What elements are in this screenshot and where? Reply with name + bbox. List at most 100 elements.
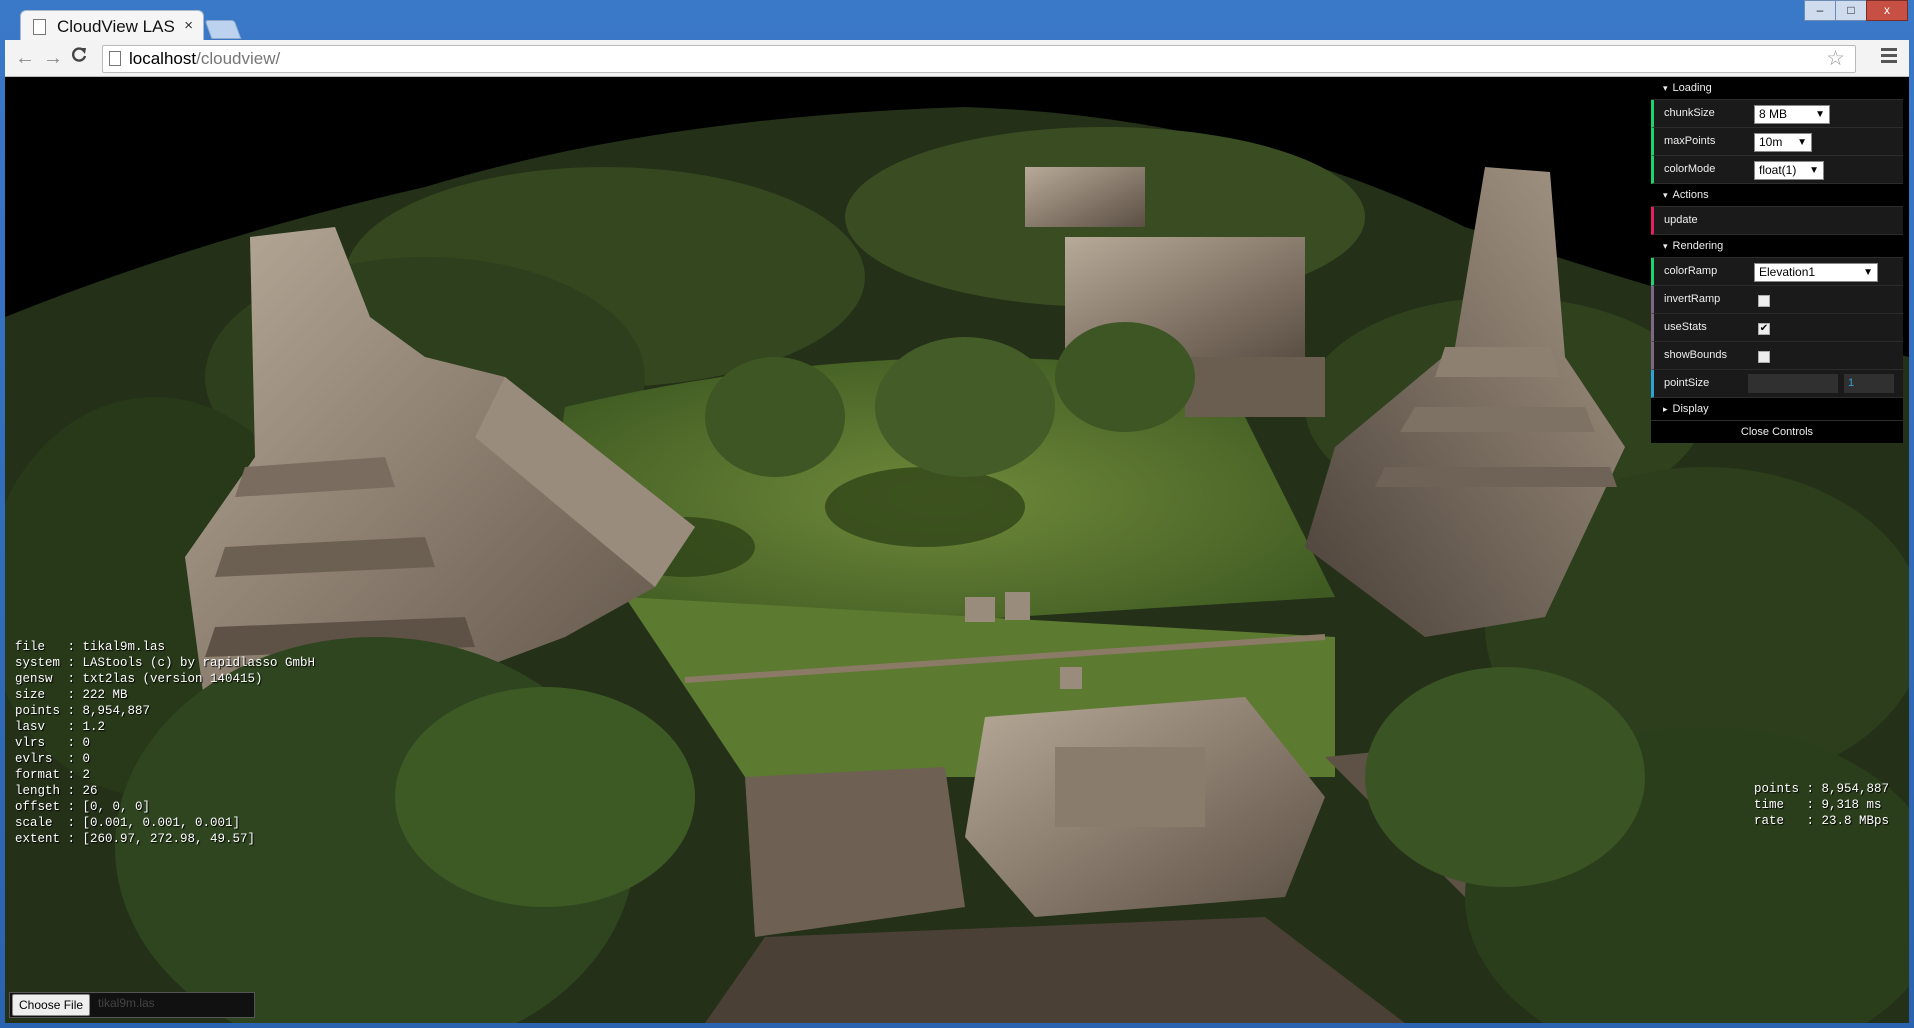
update-label: update	[1664, 214, 1698, 226]
pointsize-label: pointSize	[1664, 377, 1710, 389]
chunksize-label: chunkSize	[1664, 107, 1715, 119]
url-host: localhost	[129, 49, 197, 68]
showbounds-row: showBounds	[1651, 342, 1903, 370]
forward-arrow-icon[interactable]: →	[41, 46, 65, 70]
chunksize-row: chunkSize 8 MB ▼	[1651, 100, 1903, 128]
stats-rate: rate : 23.8 MBps	[1753, 814, 1889, 828]
tree-shadow	[825, 467, 1025, 547]
control-panel: Loading chunkSize 8 MB ▼ maxPoints 10m ▼ c…	[1651, 77, 1903, 443]
reload-glyph	[72, 47, 87, 62]
info-file: file : tikal9m.las	[15, 640, 166, 654]
reload-icon[interactable]	[67, 46, 91, 70]
info-offset: offset : [0, 0, 0]	[15, 800, 151, 814]
chunksize-value: 8 MB	[1759, 107, 1788, 121]
stela	[965, 597, 995, 622]
colormode-value: float(1)	[1759, 163, 1797, 177]
plaza-tree	[1055, 322, 1195, 432]
pointsize-input[interactable]: 1	[1844, 374, 1894, 393]
pointsize-slider[interactable]	[1748, 374, 1838, 393]
url-text[interactable]: localhost/cloudview/	[129, 49, 280, 69]
info-points: points : 8,954,887	[15, 704, 151, 718]
showbounds-checkbox[interactable]	[1758, 351, 1770, 363]
maximize-button[interactable]: □	[1835, 0, 1867, 21]
plaza-tree	[705, 357, 845, 477]
address-bar[interactable]: localhost/cloudview/ ☆	[102, 45, 1856, 73]
back-arrow-icon[interactable]: ←	[13, 46, 37, 70]
colorramp-select[interactable]: Elevation1 ▼	[1754, 263, 1878, 282]
pointsize-row: pointSize 1	[1651, 370, 1903, 398]
chevron-down-icon: ▼	[1815, 109, 1825, 120]
maxpoints-row: maxPoints 10m ▼	[1651, 128, 1903, 156]
file-info-panel: file : tikal9m.las system : LAStools (c) …	[15, 639, 315, 847]
point-cloud-render[interactable]	[5, 77, 1909, 1023]
load-stats-panel: points : 8,954,887 time : 9,318 ms rate : …	[1754, 781, 1889, 829]
plaza-tree	[875, 337, 1055, 477]
info-length: length : 26	[15, 784, 98, 798]
point-cloud-viewport[interactable]: Loading chunkSize 8 MB ▼ maxPoints 10m ▼ c…	[5, 77, 1909, 1023]
stela	[1005, 592, 1030, 620]
ruin-block	[1055, 747, 1205, 827]
close-controls-button[interactable]: Close Controls	[1651, 421, 1903, 443]
folder-actions[interactable]: Actions	[1651, 184, 1903, 207]
temple-right-step	[1435, 347, 1560, 377]
page-icon	[33, 19, 46, 35]
invertramp-row: invertRamp	[1651, 286, 1903, 314]
chosen-filename: tikal9m.las	[98, 996, 155, 1010]
foreground-tree	[395, 687, 695, 907]
minimize-button[interactable]: –	[1804, 0, 1836, 21]
info-lasv: lasv : 1.2	[15, 720, 106, 734]
info-system: system : LAStools (c) by rapidlasso GmbH	[15, 656, 316, 670]
colorramp-label: colorRamp	[1664, 265, 1718, 277]
chevron-down-icon: ▼	[1863, 267, 1873, 278]
chevron-down-icon: ▼	[1797, 137, 1807, 148]
new-tab-button[interactable]	[204, 20, 242, 39]
temple-right-step	[1400, 407, 1595, 432]
tab-close-icon[interactable]: ×	[184, 17, 193, 34]
tab-cloudview[interactable]: CloudView LAS View ×	[20, 10, 204, 41]
window-controls: – □ x	[1804, 0, 1908, 21]
usestats-label: useStats	[1664, 321, 1707, 333]
usestats-checkbox[interactable]: ✔	[1758, 323, 1770, 335]
tab-title: CloudView LAS View	[57, 17, 179, 36]
url-path: /cloudview/	[196, 49, 281, 68]
folder-display[interactable]: Display	[1651, 398, 1903, 421]
bookmark-star-icon[interactable]: ☆	[1826, 46, 1845, 71]
colormode-select[interactable]: float(1) ▼	[1754, 161, 1824, 180]
north-building	[1025, 167, 1145, 227]
invertramp-checkbox[interactable]	[1758, 295, 1770, 307]
info-extent: extent : [260.97, 272.98, 49.57]	[15, 832, 256, 846]
maxpoints-value: 10m	[1759, 135, 1783, 149]
showbounds-label: showBounds	[1664, 349, 1727, 361]
temple-right-step	[1375, 467, 1617, 487]
maxpoints-label: maxPoints	[1664, 135, 1716, 147]
stats-time: time : 9,318 ms	[1753, 798, 1882, 812]
foreground-ruin	[745, 767, 965, 937]
folder-rendering[interactable]: Rendering	[1651, 235, 1903, 258]
chunksize-select[interactable]: 8 MB ▼	[1754, 105, 1830, 124]
invertramp-label: invertRamp	[1664, 293, 1721, 305]
stela	[1060, 667, 1082, 689]
hamburger-menu-icon[interactable]	[1881, 48, 1897, 66]
browser-toolbar: ← → localhost/cloudview/ ☆	[5, 40, 1909, 77]
usestats-row: useStats ✔	[1651, 314, 1903, 342]
info-size: size : 222 MB	[15, 688, 128, 702]
close-window-button[interactable]: x	[1866, 0, 1908, 21]
north-terrace	[1185, 357, 1325, 417]
info-vlrs: vlrs : 0	[15, 736, 91, 750]
colormode-label: colorMode	[1664, 163, 1716, 175]
browser-window: CloudView LAS View × – □ x ← → localhost…	[0, 0, 1914, 1028]
maxpoints-select[interactable]: 10m ▼	[1754, 133, 1812, 152]
folder-loading[interactable]: Loading	[1651, 77, 1903, 100]
colorramp-row: colorRamp Elevation1 ▼	[1651, 258, 1903, 286]
tab-bar: CloudView LAS View × – □ x	[0, 0, 1914, 41]
update-button[interactable]: update	[1651, 207, 1903, 235]
foreground-tree	[1365, 667, 1645, 887]
page-icon	[109, 51, 121, 66]
colorramp-value: Elevation1	[1759, 265, 1816, 279]
file-chooser[interactable]: Choose File tikal9m.las	[9, 992, 255, 1018]
stats-points: points : 8,954,887	[1753, 782, 1889, 796]
choose-file-button[interactable]: Choose File	[12, 994, 91, 1016]
info-format: format : 2	[15, 768, 91, 782]
info-scale: scale : [0.001, 0.001, 0.001]	[15, 816, 241, 830]
info-evlrs: evlrs : 0	[15, 752, 91, 766]
